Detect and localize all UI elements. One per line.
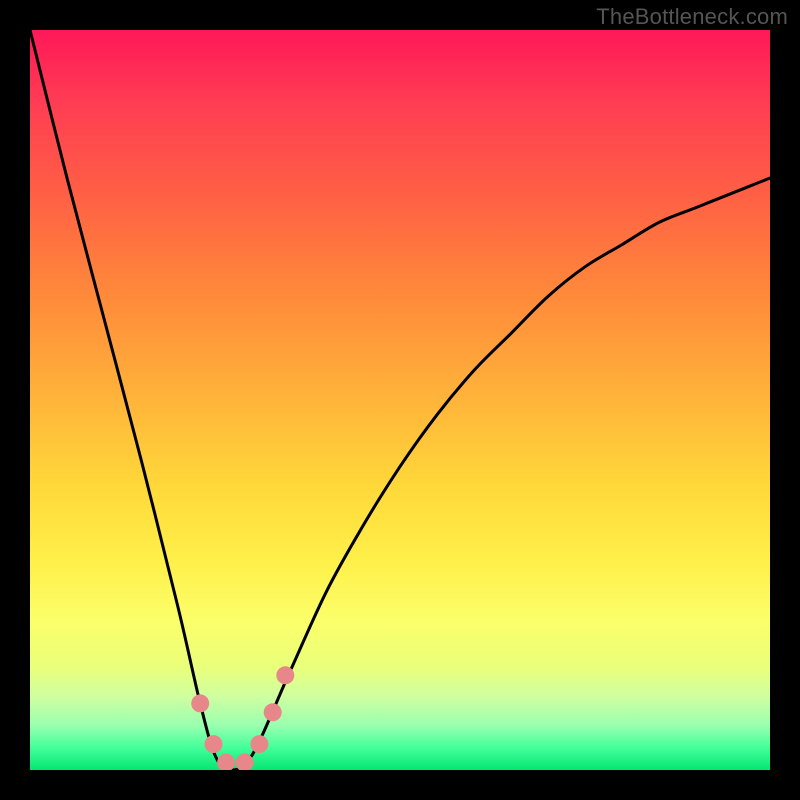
curve-dot <box>191 694 209 712</box>
curve-layer <box>30 30 770 770</box>
curve-dots <box>191 666 294 770</box>
plot-area <box>30 30 770 770</box>
chart-stage: TheBottleneck.com <box>0 0 800 800</box>
bottleneck-curve <box>30 30 770 770</box>
curve-dot <box>264 703 282 721</box>
curve-dot <box>276 666 294 684</box>
curve-dot <box>250 735 268 753</box>
watermark: TheBottleneck.com <box>596 4 788 30</box>
curve-dot <box>205 735 223 753</box>
curve-dot <box>217 754 235 770</box>
